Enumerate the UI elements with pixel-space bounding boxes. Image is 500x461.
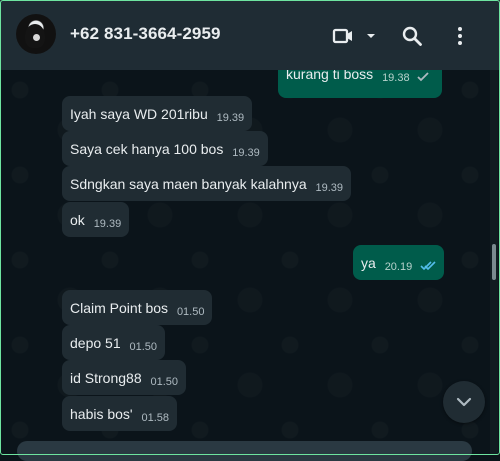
message-text: ok xyxy=(70,212,85,229)
message-bubble-in[interactable]: ok 19.39 xyxy=(62,202,130,238)
scroll-to-bottom-button[interactable] xyxy=(443,381,485,423)
message-text: depo 51 xyxy=(70,335,121,352)
message-bubble-in[interactable]: Saya cek hanya 100 bos 19.39 xyxy=(62,131,268,167)
message-list[interactable]: kurang ti boss 19.38 Iyah saya WD 201rib… xyxy=(0,70,500,455)
message-text: ya xyxy=(361,255,376,272)
contact-avatar[interactable] xyxy=(16,14,56,54)
message-time: 01.50 xyxy=(150,376,179,389)
message-text: id Strong88 xyxy=(70,370,142,387)
message-time: 19.39 xyxy=(216,112,245,125)
message-time: 19.39 xyxy=(232,147,260,160)
double-check-svg xyxy=(420,261,436,271)
avatar-face xyxy=(33,34,40,41)
message-composer[interactable] xyxy=(17,441,472,461)
message-bubble-out[interactable]: ya 20.19 xyxy=(353,245,445,281)
single-check-svg xyxy=(417,72,430,82)
message-text: Saya cek hanya 100 bos xyxy=(70,141,224,158)
message-bubble-in[interactable]: Sdngkan saya maen banyak kalahnya 19.39 xyxy=(62,166,352,202)
video-call-icon[interactable] xyxy=(329,22,357,50)
read-receipt-icon xyxy=(420,257,436,275)
chat-header: +62 831-3664-2959 xyxy=(0,0,500,70)
read-receipt-icon xyxy=(417,70,430,86)
contact-name[interactable]: +62 831-3664-2959 xyxy=(70,24,221,44)
chevron-down-icon xyxy=(456,397,472,407)
search-icon[interactable] xyxy=(398,22,426,50)
message-bubble-in[interactable]: Claim Point bos 01.50 xyxy=(62,290,213,326)
message-bubble-in[interactable]: id Strong88 01.50 xyxy=(62,360,187,396)
message-time: 01.58 xyxy=(141,412,170,425)
message-text: Iyah saya WD 201ribu xyxy=(70,106,208,123)
chevron-down-icon[interactable] xyxy=(357,22,385,50)
message-time: 01.50 xyxy=(176,306,205,319)
more-vertical-svg xyxy=(458,27,462,45)
message-bubble-in[interactable]: depo 51 01.50 xyxy=(62,325,166,361)
message-time: 20.19 xyxy=(384,261,413,274)
video-call-svg xyxy=(332,28,352,44)
message-bubble-out[interactable]: kurang ti boss 19.38 xyxy=(278,70,442,98)
message-text: Sdngkan saya maen banyak kalahnya xyxy=(70,176,307,193)
message-bubble-in[interactable]: Iyah saya WD 201ribu 19.39 xyxy=(62,96,253,132)
message-time: 19.39 xyxy=(93,218,122,231)
chevron-down-svg xyxy=(367,34,375,38)
message-text: habis bos' xyxy=(70,406,133,423)
more-vertical-icon[interactable] xyxy=(446,22,474,50)
message-bubble-in[interactable]: habis bos' 01.58 xyxy=(62,396,178,432)
search-svg xyxy=(402,26,422,46)
message-scrollbar-thumb[interactable] xyxy=(492,244,496,280)
message-time: 19.39 xyxy=(315,182,344,195)
message-time: 01.50 xyxy=(129,341,158,354)
message-time: 19.38 xyxy=(382,72,410,85)
message-text: kurang ti boss xyxy=(286,70,374,83)
message-text: Claim Point bos xyxy=(70,300,169,317)
